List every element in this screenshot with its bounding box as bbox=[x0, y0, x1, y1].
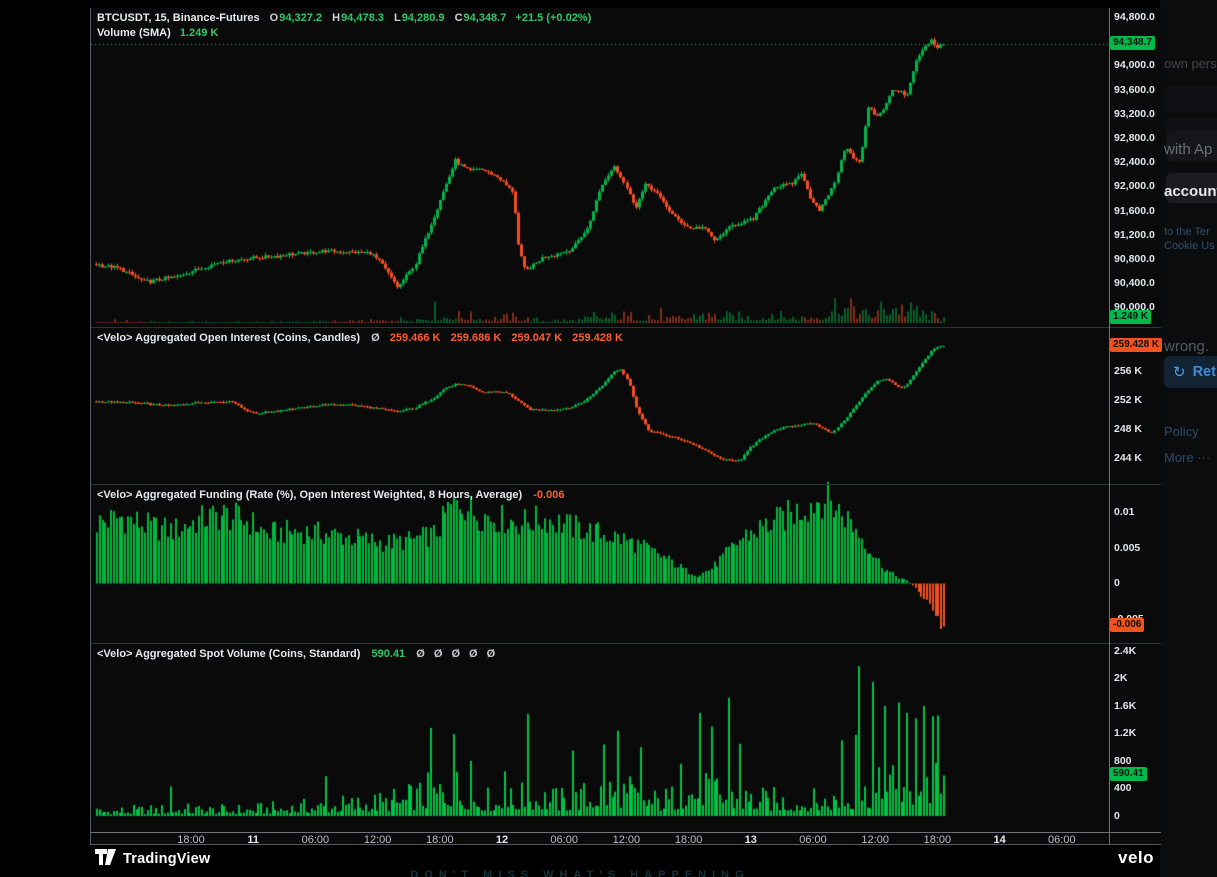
legend-change: +21.5 (+0.02%) bbox=[515, 12, 591, 24]
oi-high: 259.686 K bbox=[451, 332, 502, 344]
funding-title: <Velo> Aggregated Funding (Rate (%), Ope… bbox=[97, 489, 522, 501]
scale-tick-label: 800 bbox=[1114, 755, 1132, 767]
time-axis-label[interactable]: 06:00 bbox=[799, 834, 827, 846]
time-axis-label[interactable]: 18:00 bbox=[924, 834, 952, 846]
scale-tick-label: 90,800.0 bbox=[1114, 253, 1155, 265]
volume-value: 1.249 K bbox=[180, 27, 219, 39]
background-text-fragment: wrong. bbox=[1164, 338, 1209, 355]
symbol-title: BTCUSDT, 15, Binance-Futures bbox=[97, 12, 260, 24]
scale-tick-label: 91,600.0 bbox=[1114, 205, 1155, 217]
scale-tick-label: 2.4K bbox=[1114, 645, 1136, 657]
scale-tick-label: 92,800.0 bbox=[1114, 132, 1155, 144]
oi-close: 259.428 K bbox=[572, 332, 623, 344]
scale-tick-label: 92,000.0 bbox=[1114, 180, 1155, 192]
scale-tick-label: 94,800.0 bbox=[1114, 11, 1155, 23]
background-text-fragment: Policy bbox=[1164, 424, 1199, 439]
time-axis-label[interactable]: 18:00 bbox=[675, 834, 703, 846]
background-text-fragment: own perso bbox=[1164, 56, 1217, 71]
time-axis-label[interactable]: 12 bbox=[496, 834, 508, 846]
scale-tick-label: 93,200.0 bbox=[1114, 108, 1155, 120]
volume-label: Volume (SMA) bbox=[97, 27, 171, 39]
footer-teaser-text: DON'T MISS WHAT'S HAPPENING bbox=[0, 869, 1160, 877]
spot-volume-nulls: Ø Ø Ø Ø Ø bbox=[416, 648, 498, 660]
background-text-fragment: account bbox=[1164, 183, 1217, 200]
scale-tick-label: 1.2K bbox=[1114, 727, 1136, 739]
background-input-row bbox=[1166, 86, 1217, 112]
scale-tick-label: 252 K bbox=[1114, 394, 1142, 406]
background-text-fragment: Cookie Us bbox=[1164, 240, 1215, 252]
scale-tick-label: 244 K bbox=[1114, 452, 1142, 464]
legend-open-value: 94,327.2 bbox=[279, 12, 322, 24]
funding-value: -0.006 bbox=[533, 489, 564, 501]
time-axis-label[interactable]: 18:00 bbox=[177, 834, 205, 846]
background-text-fragment: to the Ter bbox=[1164, 226, 1210, 238]
scale-tick-label: 248 K bbox=[1114, 423, 1142, 435]
scale-tick-label: 400 bbox=[1114, 782, 1132, 794]
background-text-fragment: with Ap bbox=[1164, 141, 1212, 158]
oi-low: 259.047 K bbox=[511, 332, 562, 344]
time-axis-label[interactable]: 06:00 bbox=[302, 834, 330, 846]
legend-high-value: 94,478.3 bbox=[341, 12, 384, 24]
retry-label: Retry bbox=[1193, 364, 1217, 380]
scale-tick-label: 93,600.0 bbox=[1114, 84, 1155, 96]
legend-high-key: H bbox=[332, 12, 340, 24]
volume-legend[interactable]: Volume (SMA) 1.249 K bbox=[97, 27, 218, 39]
scale-value-chip: 590.41 bbox=[1110, 767, 1147, 781]
scale-tick-label: 1.6K bbox=[1114, 700, 1136, 712]
tradingview-icon bbox=[95, 849, 116, 868]
time-axis-label[interactable]: 11 bbox=[247, 834, 259, 846]
retry-button[interactable]: ↻ Retry bbox=[1164, 356, 1217, 388]
legend-low-value: 94,280.9 bbox=[402, 12, 445, 24]
scale-value-chip: 1.249 K bbox=[1110, 310, 1151, 324]
average-symbol: Ø bbox=[371, 332, 380, 344]
pane-divider[interactable] bbox=[91, 327, 1161, 328]
scale-value-chip: 259.428 K bbox=[1110, 338, 1162, 352]
scale-tick-label: 256 K bbox=[1114, 365, 1142, 377]
scale-tick-label: 0 bbox=[1114, 810, 1120, 822]
time-axis-label[interactable]: 18:00 bbox=[426, 834, 454, 846]
time-axis-label[interactable]: 12:00 bbox=[613, 834, 641, 846]
open-interest-legend[interactable]: <Velo> Aggregated Open Interest (Coins, … bbox=[97, 332, 623, 344]
background-page-strip: own perso with Ap account to the Ter Cookie … bbox=[1160, 0, 1217, 877]
legend-close-value: 94,348.7 bbox=[464, 12, 507, 24]
price-scale-separator[interactable] bbox=[1109, 8, 1110, 845]
scale-tick-label: 91,200.0 bbox=[1114, 229, 1155, 241]
spot-volume-legend[interactable]: <Velo> Aggregated Spot Volume (Coins, St… bbox=[97, 648, 498, 660]
background-text-fragment: More ··· bbox=[1164, 450, 1210, 465]
scale-tick-label: 94,000.0 bbox=[1114, 59, 1155, 71]
time-axis-label[interactable]: 06:00 bbox=[550, 834, 578, 846]
symbol-legend[interactable]: BTCUSDT, 15, Binance-Futures O94,327.2 H… bbox=[97, 12, 591, 24]
time-axis-label[interactable]: 12:00 bbox=[861, 834, 889, 846]
scale-tick-label: 0.005 bbox=[1114, 542, 1140, 554]
tradingview-attribution[interactable]: TradingView bbox=[95, 849, 210, 868]
legend-open-key: O bbox=[270, 12, 279, 24]
time-axis-label[interactable]: 06:00 bbox=[1048, 834, 1076, 846]
time-axis-label[interactable]: 14 bbox=[993, 834, 1005, 846]
legend-close-key: C bbox=[455, 12, 463, 24]
time-axis-label[interactable]: 12:00 bbox=[364, 834, 392, 846]
legend-low-key: L bbox=[394, 12, 401, 24]
scale-tick-label: 90,400.0 bbox=[1114, 277, 1155, 289]
scale-tick-label: 0 bbox=[1114, 577, 1120, 589]
pane-divider[interactable] bbox=[91, 643, 1161, 644]
time-axis-label[interactable]: 13 bbox=[745, 834, 757, 846]
spot-volume-value: 590.41 bbox=[372, 648, 406, 660]
tradingview-label: TradingView bbox=[123, 851, 210, 867]
oi-open: 259.466 K bbox=[390, 332, 441, 344]
scale-tick-label: 2K bbox=[1114, 672, 1127, 684]
scale-tick-label: 0.01 bbox=[1114, 506, 1134, 518]
chart-plot-canvas[interactable] bbox=[91, 8, 1109, 832]
scale-tick-label: 92,400.0 bbox=[1114, 156, 1155, 168]
time-axis-border bbox=[91, 832, 1161, 833]
scale-value-chip: 94,348.7 bbox=[1110, 36, 1155, 50]
funding-legend[interactable]: <Velo> Aggregated Funding (Rate (%), Ope… bbox=[97, 489, 564, 501]
pane-divider[interactable] bbox=[91, 484, 1161, 485]
chart-widget[interactable]: BTCUSDT, 15, Binance-Futures O94,327.2 H… bbox=[90, 8, 1161, 845]
scale-value-chip: -0.006 bbox=[1110, 618, 1144, 632]
trading-dashboard: own perso with Ap account to the Ter Cookie … bbox=[0, 0, 1217, 877]
refresh-icon: ↻ bbox=[1173, 363, 1186, 381]
velo-logo: velo bbox=[1118, 848, 1154, 868]
open-interest-title: <Velo> Aggregated Open Interest (Coins, … bbox=[97, 332, 360, 344]
spot-volume-title: <Velo> Aggregated Spot Volume (Coins, St… bbox=[97, 648, 360, 660]
